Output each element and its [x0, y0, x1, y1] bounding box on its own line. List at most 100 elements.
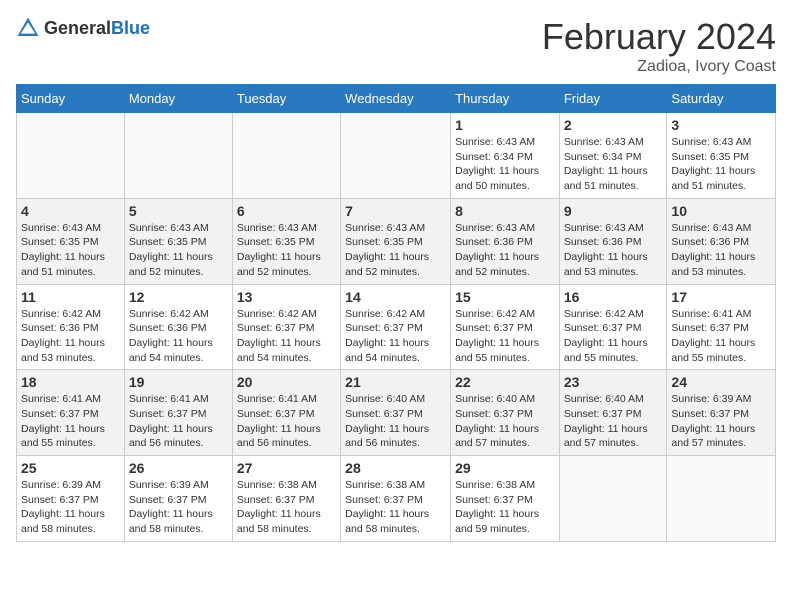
calendar-cell: 20Sunrise: 6:41 AMSunset: 6:37 PMDayligh…	[232, 370, 340, 456]
day-number: 28	[345, 460, 446, 476]
calendar-cell: 2 Sunrise: 6:43 AMSunset: 6:34 PMDaylight…	[559, 113, 667, 199]
logo: GeneralBlue	[16, 16, 150, 40]
calendar-cell: 4Sunrise: 6:43 AMSunset: 6:35 PMDaylight…	[17, 198, 125, 284]
calendar-cell: 21Sunrise: 6:40 AMSunset: 6:37 PMDayligh…	[341, 370, 451, 456]
calendar-cell: 5 Sunrise: 6:43 AMSunset: 6:35 PMDaylight…	[124, 198, 232, 284]
day-number: 25	[21, 460, 120, 476]
day-number: 2	[564, 117, 663, 133]
calendar-cell: 7 Sunrise: 6:43 AMSunset: 6:35 PMDaylight…	[341, 198, 451, 284]
calendar-cell: 9Sunrise: 6:43 AMSunset: 6:36 PMDaylight…	[559, 198, 667, 284]
day-number: 24	[671, 374, 771, 390]
day-number: 13	[237, 289, 336, 305]
calendar-cell: 1 Sunrise: 6:43 AMSunset: 6:34 PMDaylight…	[451, 113, 560, 199]
day-info: Sunrise: 6:43 AMSunset: 6:35 PMDaylight:…	[237, 221, 336, 280]
day-number: 3	[671, 117, 771, 133]
calendar-week-row: 11 Sunrise: 6:42 AMSunset: 6:36 PMDayligh…	[17, 284, 776, 370]
calendar-table: SundayMondayTuesdayWednesdayThursdayFrid…	[16, 84, 776, 542]
calendar-cell: 19Sunrise: 6:41 AMSunset: 6:37 PMDayligh…	[124, 370, 232, 456]
calendar-cell: 13 Sunrise: 6:42 AMSunset: 6:37 PMDayligh…	[232, 284, 340, 370]
calendar-cell: 11 Sunrise: 6:42 AMSunset: 6:36 PMDayligh…	[17, 284, 125, 370]
calendar-cell: 18 Sunrise: 6:41 AMSunset: 6:37 PMDayligh…	[17, 370, 125, 456]
weekday-header: Thursday	[451, 85, 560, 113]
calendar-cell	[559, 456, 667, 542]
day-number: 10	[671, 203, 771, 219]
calendar-cell: 29 Sunrise: 6:38 AMSunset: 6:37 PMDayligh…	[451, 456, 560, 542]
day-number: 15	[455, 289, 555, 305]
calendar-cell: 3 Sunrise: 6:43 AMSunset: 6:35 PMDaylight…	[667, 113, 776, 199]
day-info: Sunrise: 6:42 AMSunset: 6:37 PMDaylight:…	[345, 307, 446, 366]
day-info: Sunrise: 6:41 AMSunset: 6:37 PMDaylight:…	[21, 392, 120, 451]
calendar-cell	[17, 113, 125, 199]
day-info: Sunrise: 6:43 AMSunset: 6:34 PMDaylight:…	[564, 135, 663, 194]
calendar-cell: 23 Sunrise: 6:40 AMSunset: 6:37 PMDayligh…	[559, 370, 667, 456]
day-info: Sunrise: 6:43 AMSunset: 6:35 PMDaylight:…	[671, 135, 771, 194]
weekday-header: Monday	[124, 85, 232, 113]
day-number: 18	[21, 374, 120, 390]
day-number: 7	[345, 203, 446, 219]
day-info: Sunrise: 6:43 AMSunset: 6:36 PMDaylight:…	[671, 221, 771, 280]
calendar-header: SundayMondayTuesdayWednesdayThursdayFrid…	[17, 85, 776, 113]
day-info: Sunrise: 6:43 AMSunset: 6:36 PMDaylight:…	[564, 221, 663, 280]
day-number: 27	[237, 460, 336, 476]
weekday-header: Wednesday	[341, 85, 451, 113]
day-info: Sunrise: 6:40 AMSunset: 6:37 PMDaylight:…	[564, 392, 663, 451]
day-number: 16	[564, 289, 663, 305]
day-number: 11	[21, 289, 120, 305]
calendar-cell	[232, 113, 340, 199]
day-number: 6	[237, 203, 336, 219]
calendar-subtitle: Zadioa, Ivory Coast	[542, 58, 776, 76]
day-number: 4	[21, 203, 120, 219]
day-number: 22	[455, 374, 555, 390]
day-number: 26	[129, 460, 228, 476]
calendar-cell: 14Sunrise: 6:42 AMSunset: 6:37 PMDayligh…	[341, 284, 451, 370]
calendar-cell: 12 Sunrise: 6:42 AMSunset: 6:36 PMDayligh…	[124, 284, 232, 370]
calendar-cell: 17 Sunrise: 6:41 AMSunset: 6:37 PMDayligh…	[667, 284, 776, 370]
calendar-title: February 2024	[542, 16, 776, 58]
calendar-cell: 24 Sunrise: 6:39 AMSunset: 6:37 PMDayligh…	[667, 370, 776, 456]
day-number: 20	[237, 374, 336, 390]
calendar-cell: 28 Sunrise: 6:38 AMSunset: 6:37 PMDayligh…	[341, 456, 451, 542]
day-info: Sunrise: 6:42 AMSunset: 6:37 PMDaylight:…	[455, 307, 555, 366]
day-info: Sunrise: 6:43 AMSunset: 6:35 PMDaylight:…	[129, 221, 228, 280]
day-number: 1	[455, 117, 555, 133]
day-info: Sunrise: 6:38 AMSunset: 6:37 PMDaylight:…	[345, 478, 446, 537]
calendar-week-row: 25 Sunrise: 6:39 AMSunset: 6:37 PMDayligh…	[17, 456, 776, 542]
day-info: Sunrise: 6:38 AMSunset: 6:37 PMDaylight:…	[237, 478, 336, 537]
calendar-cell: 25 Sunrise: 6:39 AMSunset: 6:37 PMDayligh…	[17, 456, 125, 542]
day-number: 29	[455, 460, 555, 476]
page-header: GeneralBlue February 2024 Zadioa, Ivory …	[16, 16, 776, 76]
day-number: 17	[671, 289, 771, 305]
calendar-cell	[124, 113, 232, 199]
day-number: 8	[455, 203, 555, 219]
calendar-week-row: 18 Sunrise: 6:41 AMSunset: 6:37 PMDayligh…	[17, 370, 776, 456]
weekday-header: Saturday	[667, 85, 776, 113]
calendar-cell: 8 Sunrise: 6:43 AMSunset: 6:36 PMDaylight…	[451, 198, 560, 284]
logo-icon	[16, 16, 40, 40]
day-info: Sunrise: 6:43 AMSunset: 6:36 PMDaylight:…	[455, 221, 555, 280]
calendar-cell: 16Sunrise: 6:42 AMSunset: 6:37 PMDayligh…	[559, 284, 667, 370]
day-info: Sunrise: 6:43 AMSunset: 6:35 PMDaylight:…	[345, 221, 446, 280]
logo-text-general: General	[44, 18, 111, 38]
day-info: Sunrise: 6:42 AMSunset: 6:36 PMDaylight:…	[129, 307, 228, 366]
day-number: 12	[129, 289, 228, 305]
calendar-cell: 10 Sunrise: 6:43 AMSunset: 6:36 PMDayligh…	[667, 198, 776, 284]
calendar-cell: 22 Sunrise: 6:40 AMSunset: 6:37 PMDayligh…	[451, 370, 560, 456]
day-info: Sunrise: 6:43 AMSunset: 6:34 PMDaylight:…	[455, 135, 555, 194]
day-info: Sunrise: 6:42 AMSunset: 6:37 PMDaylight:…	[237, 307, 336, 366]
day-info: Sunrise: 6:40 AMSunset: 6:37 PMDaylight:…	[345, 392, 446, 451]
calendar-week-row: 4 Sunrise: 6:43 AMSunset: 6:35 PMDaylight…	[17, 198, 776, 284]
calendar-cell	[341, 113, 451, 199]
day-info: Sunrise: 6:39 AMSunset: 6:37 PMDaylight:…	[671, 392, 771, 451]
title-block: February 2024 Zadioa, Ivory Coast	[542, 16, 776, 76]
calendar-week-row: 1 Sunrise: 6:43 AMSunset: 6:34 PMDaylight…	[17, 113, 776, 199]
day-info: Sunrise: 6:40 AMSunset: 6:37 PMDaylight:…	[455, 392, 555, 451]
logo-text-blue: Blue	[111, 18, 150, 38]
day-info: Sunrise: 6:41 AMSunset: 6:37 PMDaylight:…	[671, 307, 771, 366]
day-number: 23	[564, 374, 663, 390]
day-number: 5	[129, 203, 228, 219]
calendar-cell: 6 Sunrise: 6:43 AMSunset: 6:35 PMDaylight…	[232, 198, 340, 284]
day-info: Sunrise: 6:38 AMSunset: 6:37 PMDaylight:…	[455, 478, 555, 537]
day-info: Sunrise: 6:42 AMSunset: 6:36 PMDaylight:…	[21, 307, 120, 366]
day-info: Sunrise: 6:39 AMSunset: 6:37 PMDaylight:…	[21, 478, 120, 537]
calendar-cell: 26Sunrise: 6:39 AMSunset: 6:37 PMDayligh…	[124, 456, 232, 542]
